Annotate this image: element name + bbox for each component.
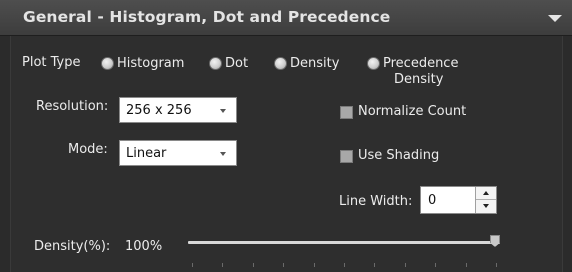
slider-tick xyxy=(314,263,315,267)
slider-tick xyxy=(253,263,254,267)
section-title: General - Histogram, Dot and Precedence xyxy=(23,8,391,26)
resolution-select[interactable]: 256 x 256 xyxy=(119,97,237,123)
plot-type-label: Plot Type xyxy=(22,55,81,70)
slider-tick xyxy=(496,263,497,267)
radio-label: Precedence xyxy=(383,56,459,71)
chevron-down-icon[interactable] xyxy=(548,15,562,22)
radio-circle-icon xyxy=(209,57,222,70)
radio-circle-icon xyxy=(101,57,114,70)
line-width-value[interactable]: 0 xyxy=(428,193,436,208)
radio-label: Histogram xyxy=(117,56,185,71)
mode-label: Mode: xyxy=(68,142,108,157)
line-width-label: Line Width: xyxy=(339,194,413,209)
radio-label: Density xyxy=(290,56,340,71)
chevron-down-icon xyxy=(220,152,226,156)
density-value: 100% xyxy=(125,239,163,254)
slider-tick xyxy=(435,263,436,267)
density-slider-track[interactable] xyxy=(188,241,500,244)
slider-tick xyxy=(405,263,406,267)
stepper-buttons xyxy=(475,187,496,213)
stepper-down-icon[interactable] xyxy=(476,200,496,213)
resolution-value: 256 x 256 xyxy=(126,103,192,118)
stepper-up-icon[interactable] xyxy=(476,187,496,200)
density-label: Density(%): xyxy=(34,239,111,254)
mode-value: Linear xyxy=(126,146,167,161)
radio-circle-icon xyxy=(274,57,287,70)
resolution-label: Resolution: xyxy=(36,99,109,114)
slider-tick xyxy=(466,263,467,267)
mode-select[interactable]: Linear xyxy=(119,140,237,166)
section-header[interactable]: General - Histogram, Dot and Precedence xyxy=(0,0,572,36)
slider-tick xyxy=(344,263,345,267)
normalize-count-label: Normalize Count xyxy=(358,104,467,119)
slider-tick xyxy=(374,263,375,267)
use-shading-checkbox[interactable] xyxy=(340,150,353,163)
chevron-down-icon xyxy=(220,109,226,113)
line-width-stepper[interactable]: 0 xyxy=(420,186,497,214)
slider-tick xyxy=(192,263,193,267)
radio-label: Dot xyxy=(225,56,249,71)
use-shading-label: Use Shading xyxy=(358,148,440,163)
radio-circle-icon xyxy=(367,57,380,70)
slider-tick xyxy=(222,263,223,267)
slider-tick xyxy=(283,263,284,267)
radio-label-line2: Density xyxy=(394,72,444,87)
normalize-count-checkbox[interactable] xyxy=(340,106,353,119)
